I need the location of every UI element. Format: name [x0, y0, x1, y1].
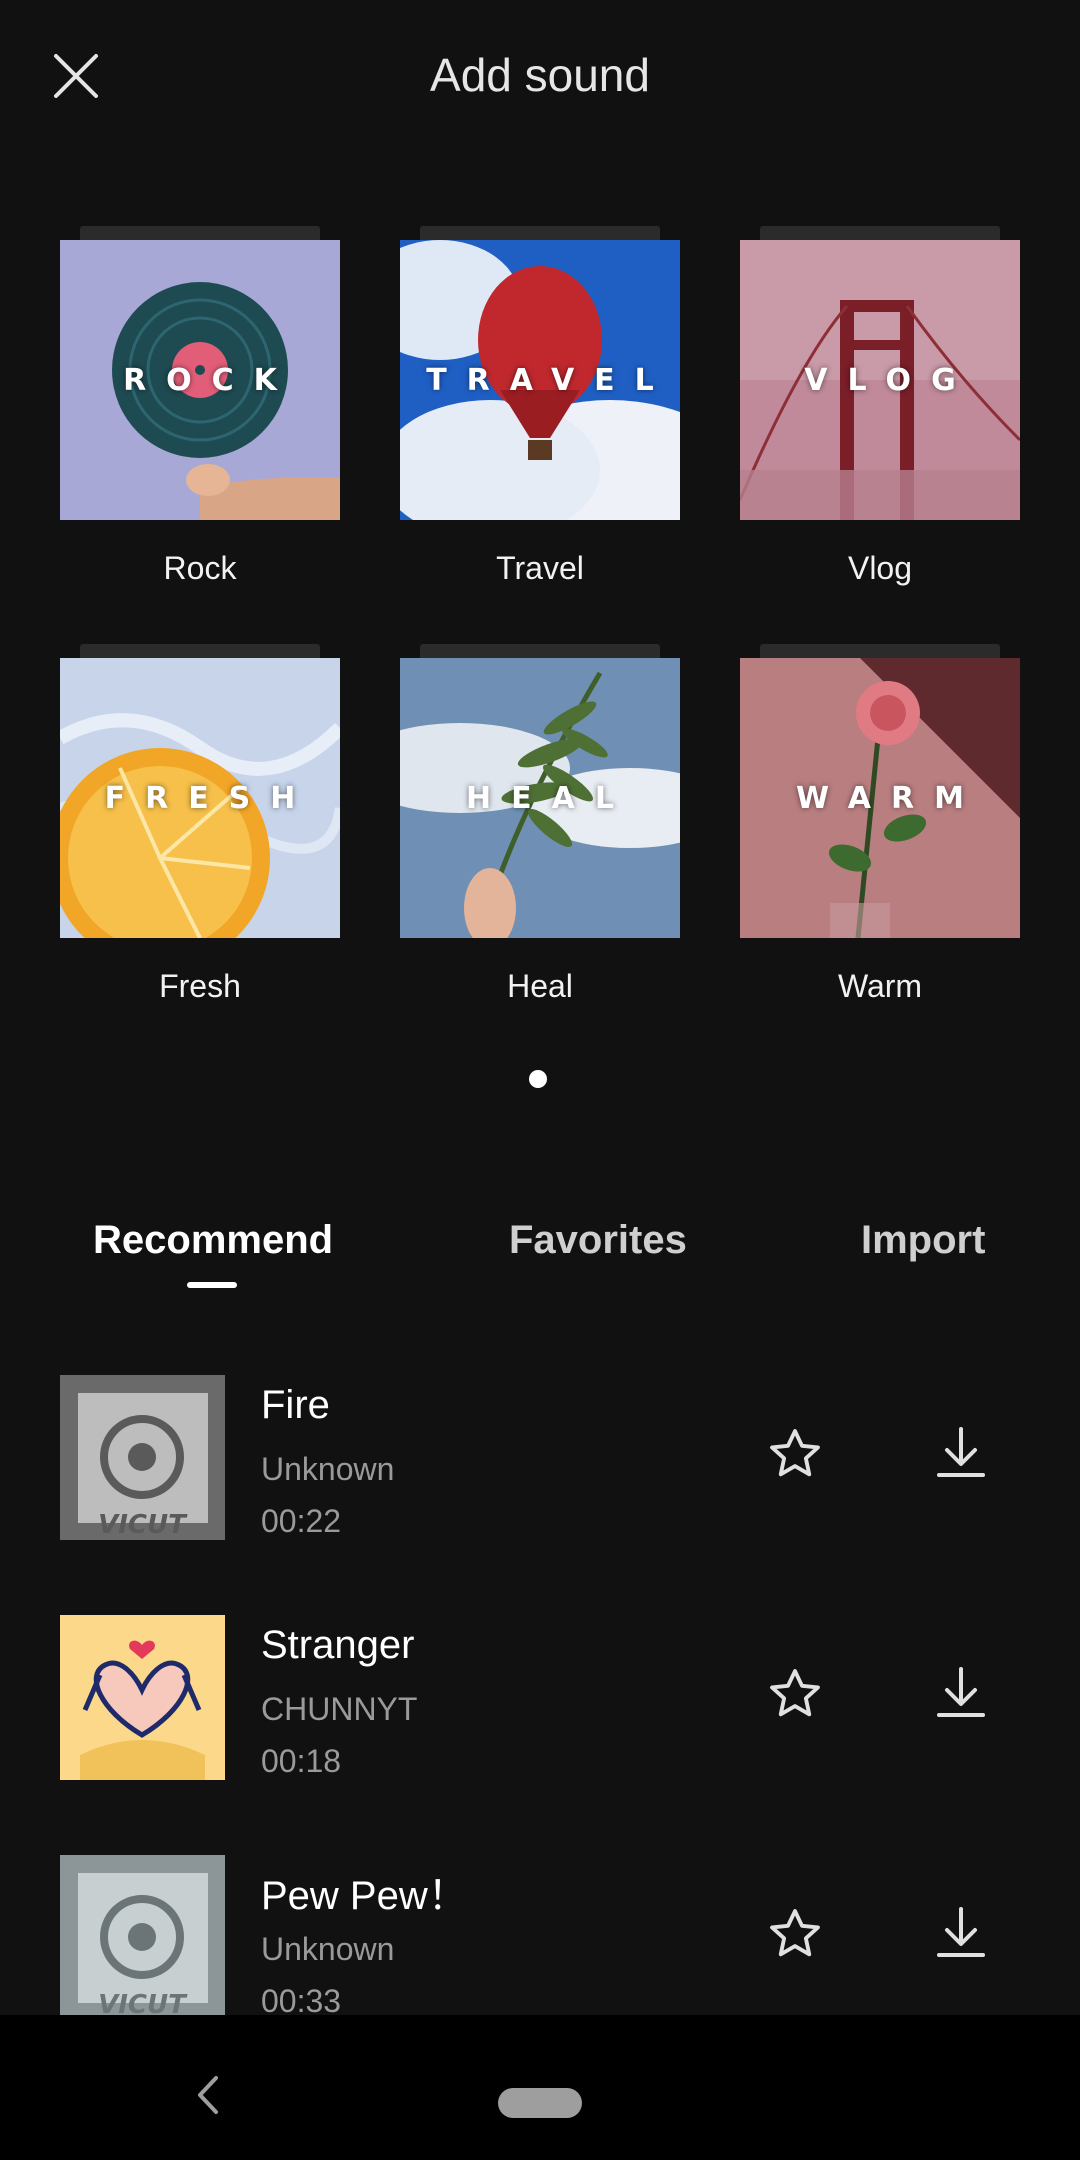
tab-favorites[interactable]: Favorites [509, 1218, 687, 1263]
system-nav-bar [0, 2015, 1080, 2160]
nav-back-button[interactable] [190, 2070, 226, 2120]
star-outline-icon [770, 1909, 820, 1957]
page-indicator-dot [529, 1070, 547, 1088]
star-outline-icon [770, 1669, 820, 1717]
favorite-button[interactable] [766, 1425, 824, 1483]
header: Add sound [0, 0, 1080, 150]
category-heal-overlay: HEAL [466, 780, 634, 816]
download-button[interactable] [931, 1903, 991, 1963]
category-fresh-overlay: FRESH [104, 780, 316, 816]
song-duration: 00:18 [261, 1743, 342, 1779]
category-fresh-label: Fresh [159, 968, 241, 1004]
category-warm-overlay: WARM [796, 780, 984, 816]
category-heal-label: Heal [507, 968, 573, 1004]
song-cover: VICUT [60, 1375, 225, 1540]
download-button[interactable] [931, 1423, 991, 1483]
song-cover: VICUT [60, 1855, 225, 2020]
song-cover [60, 1615, 225, 1780]
category-rock-label: Rock [163, 550, 237, 586]
song-title: Stranger [261, 1623, 415, 1667]
download-icon [937, 1427, 985, 1477]
song-artist: Unknown [261, 1931, 395, 1967]
category-travel-overlay: TRAVEL [426, 362, 674, 398]
active-tab-indicator [187, 1282, 237, 1288]
favorite-button[interactable] [766, 1905, 824, 1963]
nav-home-pill[interactable] [498, 2088, 582, 2118]
tab-recommend[interactable]: Recommend [93, 1218, 333, 1263]
download-icon [937, 1907, 985, 1957]
list-item[interactable]: Stranger CHUNNYT 00:18 [0, 1615, 1080, 1815]
sound-tabs: Recommend Favorites Import [0, 1210, 1080, 1290]
page-title: Add sound [430, 49, 650, 101]
category-vlog-overlay: VLOG [804, 362, 976, 398]
download-icon [937, 1667, 985, 1717]
song-artist: CHUNNYT [261, 1691, 418, 1727]
vicut-logo: VICUT [98, 1510, 188, 1540]
song-duration: 00:22 [261, 1503, 342, 1539]
song-title: Fire [261, 1383, 330, 1427]
category-travel-label: Travel [496, 550, 584, 586]
category-warm-label: Warm [837, 968, 923, 1004]
song-artist: Unknown [261, 1451, 395, 1487]
list-item[interactable]: VICUT Fire Unknown 00:22 [0, 1375, 1080, 1575]
category-vlog-label: Vlog [847, 550, 913, 586]
star-outline-icon [770, 1429, 820, 1477]
song-title: Pew Pew！ [261, 1874, 468, 1918]
back-chevron-icon [198, 2076, 218, 2114]
download-button[interactable] [931, 1663, 991, 1723]
tab-import[interactable]: Import [861, 1218, 985, 1263]
category-rock-overlay: ROCK [123, 362, 297, 398]
favorite-button[interactable] [766, 1665, 824, 1723]
